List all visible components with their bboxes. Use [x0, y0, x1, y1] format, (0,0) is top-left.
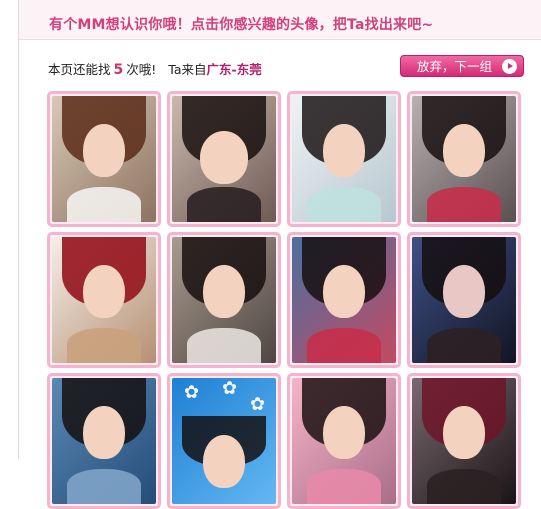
avatar-photo: [52, 237, 156, 363]
avatar-photo: [412, 378, 516, 504]
avatar-tile-11[interactable]: [287, 373, 401, 509]
avatar-tile-3[interactable]: [287, 91, 401, 227]
location-text: 广东-东莞: [206, 62, 262, 77]
panel-header: 有个MM想认识你哦！点击你感兴趣的头像，把Ta找出来吧~: [19, 0, 541, 40]
skip-next-group-button[interactable]: 放弃，下一组: [400, 55, 524, 77]
avatar-photo: [412, 96, 516, 222]
avatar-photo: [292, 96, 396, 222]
avatar-photo: [172, 237, 276, 363]
from-label: Ta来自: [168, 62, 207, 77]
avatar-tile-9[interactable]: [47, 373, 161, 509]
flower-icon: ✿: [250, 394, 266, 415]
skip-button-label: 放弃，下一组: [417, 59, 493, 74]
remaining-count: 5: [113, 62, 124, 78]
avatar-photo: [52, 378, 156, 504]
flower-icon: ✿: [222, 378, 238, 399]
avatar-tile-2[interactable]: [167, 91, 281, 227]
avatar-tile-10[interactable]: ✿ ✿ ✿: [167, 373, 281, 509]
avatar-tile-7[interactable]: [287, 232, 401, 368]
avatar-tile-4[interactable]: [407, 91, 521, 227]
flower-icon: ✿: [184, 382, 200, 403]
avatar-photo: [292, 237, 396, 363]
avatar-photo: ✿ ✿ ✿: [172, 378, 276, 504]
remaining-prefix: 本页还能找: [48, 62, 111, 77]
header-title: 有个MM想认识你哦！点击你感兴趣的头像，把Ta找出来吧~: [49, 17, 434, 33]
avatar-tile-12[interactable]: [407, 373, 521, 509]
avatar-tile-5[interactable]: [47, 232, 161, 368]
avatar-photo: [52, 96, 156, 222]
avatar-photo: [292, 378, 396, 504]
play-arrow-icon: [502, 59, 517, 74]
avatar-photo: [172, 96, 276, 222]
search-info: 本页还能找 5 次哦! Ta来自广东-东莞: [48, 59, 262, 78]
remaining-suffix: 次哦!: [126, 62, 157, 77]
avatar-tile-1[interactable]: [47, 91, 161, 227]
avatar-tile-8[interactable]: [407, 232, 521, 368]
avatar-photo: [412, 237, 516, 363]
avatar-tile-6[interactable]: [167, 232, 281, 368]
